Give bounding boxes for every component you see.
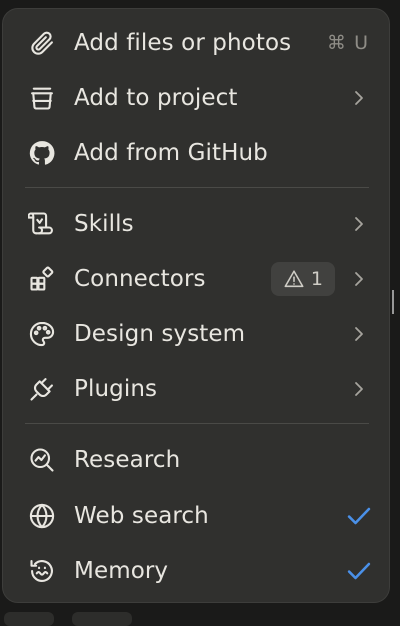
research-icon <box>27 445 57 475</box>
chevron-right-icon <box>349 377 369 401</box>
paperclip-icon <box>27 28 57 58</box>
menu-divider <box>25 423 369 424</box>
menu-item-web-search[interactable]: Web search <box>3 490 389 542</box>
github-icon <box>27 138 57 168</box>
menu-item-label: Skills <box>74 211 134 237</box>
menu-item-add-files[interactable]: Add files or photos ⌘ U <box>3 17 389 69</box>
menu-item-skills[interactable]: Skills <box>3 198 389 250</box>
warning-badge: 1 <box>271 262 335 296</box>
project-box-icon <box>27 83 57 113</box>
chevron-right-icon <box>349 86 369 110</box>
checkmark-icon <box>345 557 373 585</box>
menu-divider <box>25 187 369 188</box>
menu-item-design-system[interactable]: Design system <box>3 308 389 360</box>
attachment-menu: Add files or photos ⌘ U Add to project A… <box>2 8 390 603</box>
scroll-icon <box>27 209 57 239</box>
checkmark-icon <box>345 502 373 530</box>
connectors-grid-icon <box>27 264 57 294</box>
globe-icon <box>27 501 57 531</box>
memory-icon <box>27 556 57 586</box>
menu-item-label: Web search <box>74 503 209 529</box>
menu-item-memory[interactable]: Memory <box>3 545 389 597</box>
backdrop-edge <box>392 290 400 314</box>
backdrop-chip <box>4 612 54 626</box>
palette-icon <box>27 319 57 349</box>
menu-item-label: Design system <box>74 321 245 347</box>
menu-item-connectors[interactable]: Connectors 1 <box>3 253 389 305</box>
warning-count: 1 <box>311 268 323 290</box>
menu-item-research[interactable]: Research <box>3 434 389 486</box>
chevron-right-icon <box>349 212 369 236</box>
keyboard-shortcut: ⌘ U <box>327 32 369 54</box>
menu-item-add-from-github[interactable]: Add from GitHub <box>3 127 389 179</box>
menu-item-plugins[interactable]: Plugins <box>3 363 389 415</box>
menu-item-label: Connectors <box>74 266 206 292</box>
menu-item-label: Memory <box>74 558 168 584</box>
menu-item-label: Research <box>74 447 180 473</box>
menu-item-label: Add files or photos <box>74 30 291 56</box>
menu-item-label: Add to project <box>74 85 237 111</box>
chevron-right-icon <box>349 322 369 346</box>
menu-item-label: Add from GitHub <box>74 140 268 166</box>
chevron-right-icon <box>349 267 369 291</box>
plug-icon <box>27 374 57 404</box>
menu-item-label: Plugins <box>74 376 157 402</box>
menu-item-add-to-project[interactable]: Add to project <box>3 72 389 124</box>
warning-icon <box>283 268 305 290</box>
backdrop-chip <box>72 612 132 626</box>
